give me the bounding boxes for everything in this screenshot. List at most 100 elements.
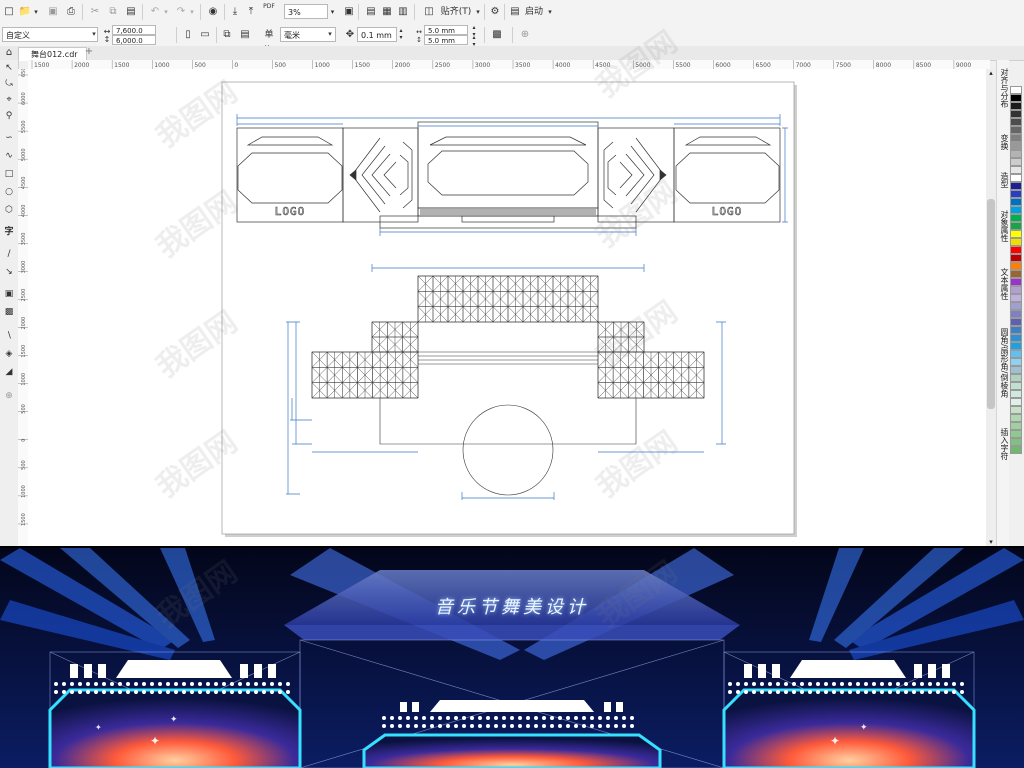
artistic-media-icon[interactable]: ∿ (3, 150, 15, 162)
duplicate-y-field[interactable]: 5.0 mm (424, 35, 468, 45)
print-icon[interactable]: ⎙ (64, 4, 78, 20)
dock-tab-transform[interactable]: 变换 (998, 134, 1009, 150)
publish-pdf-icon[interactable]: PDF (262, 3, 276, 19)
color-swatch[interactable] (1010, 142, 1022, 150)
dock-tab-align-distribute[interactable]: 对齐与分布 (998, 68, 1009, 108)
snap-to-icon[interactable]: ◫ (422, 4, 436, 20)
color-swatch[interactable] (1010, 326, 1022, 334)
color-swatch[interactable] (1010, 134, 1022, 142)
dock-tab-insert-character[interactable]: 插入字符 (998, 428, 1009, 460)
polygon-tool-icon[interactable]: ⬡ (3, 204, 15, 216)
color-swatch[interactable] (1010, 126, 1022, 134)
treat-as-filled-icon[interactable]: ▩ (490, 27, 504, 43)
units-dropdown-icon[interactable]: ▾ (326, 26, 334, 42)
copy-icon[interactable]: ⧉ (106, 4, 120, 20)
launcher-menu[interactable]: 启动 (522, 4, 546, 20)
new-tab-icon[interactable]: + (84, 44, 94, 60)
page-width-field[interactable]: 7,600.0 mm (112, 25, 156, 45)
color-swatch[interactable] (1010, 262, 1022, 270)
duplicate-x-field[interactable]: 5.0 mm (424, 25, 468, 35)
color-swatch[interactable] (1010, 334, 1022, 342)
color-swatch[interactable] (1010, 342, 1022, 350)
dock-tab-shaping[interactable]: 造型 (998, 172, 1009, 188)
color-swatch[interactable] (1010, 222, 1022, 230)
cut-icon[interactable]: ✂ (88, 4, 102, 20)
export-icon[interactable]: ⤒ (244, 4, 258, 20)
application-launcher-icon[interactable]: ▤ (508, 4, 522, 20)
color-swatch[interactable] (1010, 102, 1022, 110)
page-height-field[interactable]: 6,000.0 mm (112, 35, 156, 55)
redo-icon[interactable]: ↷ (174, 4, 188, 20)
add-icon[interactable]: ⊕ (518, 27, 532, 43)
connector-tool-icon[interactable]: ↘ (3, 266, 15, 278)
add-tool-icon[interactable]: ⊕ (3, 390, 15, 402)
transparency-tool-icon[interactable]: ▩ (3, 306, 15, 318)
nudge-spinner-icon[interactable]: ▴ ▾ (397, 27, 405, 43)
color-swatch[interactable] (1010, 278, 1022, 286)
snap-to-menu[interactable]: 贴齐(T) (438, 4, 474, 20)
color-swatch[interactable] (1010, 206, 1022, 214)
vertical-scrollbar[interactable]: ▴ ▾ (986, 69, 996, 546)
shape-tool-icon[interactable]: ⤿ (3, 78, 15, 90)
color-swatch[interactable] (1010, 270, 1022, 278)
portrait-icon[interactable]: ▯ (182, 27, 194, 43)
color-swatch[interactable] (1010, 446, 1022, 454)
color-swatch[interactable] (1010, 286, 1022, 294)
show-rulers-icon[interactable]: ▤ (364, 4, 378, 20)
color-swatch[interactable] (1010, 406, 1022, 414)
color-swatch[interactable] (1010, 358, 1022, 366)
interactive-fill-icon[interactable]: ◈ (3, 348, 15, 360)
color-swatch[interactable] (1010, 302, 1022, 310)
color-swatch[interactable] (1010, 422, 1022, 430)
pick-tool-icon[interactable]: ↖ (3, 62, 15, 74)
show-grid-icon[interactable]: ▦ (380, 4, 394, 20)
drawing-area[interactable]: LOGO LOGO (28, 69, 986, 546)
color-swatch[interactable] (1010, 94, 1022, 102)
drop-shadow-icon[interactable]: ▣ (3, 288, 15, 300)
save-icon[interactable]: ▣ (46, 4, 60, 20)
drawing-canvas[interactable]: LOGO LOGO (28, 69, 986, 546)
undo-dropdown-icon[interactable]: ▾ (162, 4, 170, 20)
color-swatch[interactable] (1010, 230, 1022, 238)
rectangle-tool-icon[interactable]: □ (3, 168, 15, 180)
color-swatch[interactable] (1010, 254, 1022, 262)
document-tab[interactable]: 舞台012.cdr (18, 47, 87, 61)
paste-icon[interactable]: ▤ (124, 4, 138, 20)
color-swatch[interactable] (1010, 318, 1022, 326)
color-swatch[interactable] (1010, 110, 1022, 118)
color-swatch[interactable] (1010, 294, 1022, 302)
scroll-up-icon[interactable]: ▴ (986, 69, 996, 77)
color-swatch[interactable] (1010, 246, 1022, 254)
home-icon[interactable]: ⌂ (3, 45, 15, 61)
open-folder-icon[interactable]: 📁 (18, 4, 32, 20)
zoom-dropdown-icon[interactable]: ▾ (328, 4, 337, 20)
redo-dropdown-icon[interactable]: ▾ (188, 4, 196, 20)
ellipse-tool-icon[interactable]: ○ (3, 186, 15, 198)
color-swatch[interactable] (1010, 198, 1022, 206)
vertical-scroll-thumb[interactable] (987, 199, 995, 409)
text-tool-icon[interactable]: 字 (3, 226, 15, 238)
open-dropdown-icon[interactable]: ▾ (32, 4, 40, 20)
color-swatch[interactable] (1010, 374, 1022, 382)
full-screen-preview-icon[interactable]: ▣ (342, 4, 356, 20)
landscape-icon[interactable]: ▭ (198, 27, 212, 43)
zoom-level-field[interactable]: 3% (284, 4, 328, 19)
current-page-icon[interactable]: ▤ (238, 27, 252, 43)
options-gear-icon[interactable]: ⚙ (488, 4, 502, 20)
color-swatch[interactable] (1010, 118, 1022, 126)
color-swatch[interactable] (1010, 86, 1022, 94)
scroll-down-icon[interactable]: ▾ (986, 538, 996, 546)
zoom-tool-icon[interactable]: ⚲ (3, 110, 15, 122)
crop-tool-icon[interactable]: ⌖ (3, 94, 15, 106)
color-swatch[interactable] (1010, 182, 1022, 190)
show-guidelines-icon[interactable]: ▥ (396, 4, 410, 20)
color-swatch[interactable] (1010, 190, 1022, 198)
color-swatch[interactable] (1010, 214, 1022, 222)
color-swatch[interactable] (1010, 414, 1022, 422)
color-swatch[interactable] (1010, 174, 1022, 182)
color-swatch[interactable] (1010, 310, 1022, 318)
color-swatch[interactable] (1010, 398, 1022, 406)
color-swatch[interactable] (1010, 158, 1022, 166)
color-swatch[interactable] (1010, 238, 1022, 246)
color-swatch[interactable] (1010, 150, 1022, 158)
